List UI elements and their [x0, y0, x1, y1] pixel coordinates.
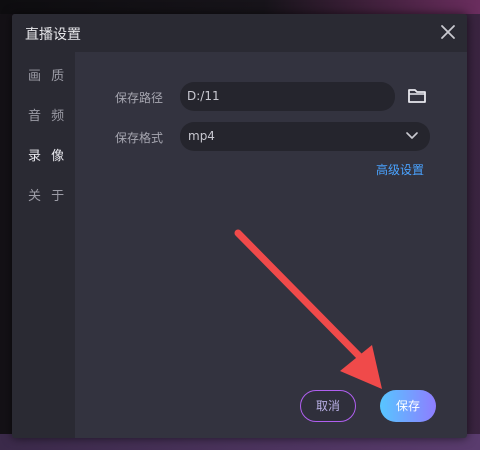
live-settings-dialog: 直播设置 画 质 音 频 录 像 关 于 保存路径 D:/11 保存格式 mp4… — [12, 14, 467, 438]
sidebar-item-recording[interactable]: 录 像 — [28, 145, 68, 165]
save-path-input[interactable]: D:/11 — [180, 82, 395, 111]
chevron-down-icon — [406, 132, 418, 139]
dialog-titlebar: 直播设置 — [12, 14, 467, 52]
close-icon[interactable] — [439, 23, 457, 41]
advanced-settings-link[interactable]: 高级设置 — [376, 161, 424, 178]
save-button[interactable]: 保存 — [380, 390, 436, 422]
save-path-label: 保存路径 — [115, 91, 164, 105]
background-top-strip — [0, 0, 480, 14]
annotation-arrow — [234, 229, 382, 389]
sidebar-item-audio[interactable]: 音 频 — [28, 105, 68, 125]
sidebar-item-about[interactable]: 关 于 — [28, 185, 68, 205]
folder-icon[interactable] — [407, 87, 427, 105]
dialog-title: 直播设置 — [25, 27, 81, 43]
save-format-label: 保存格式 — [115, 131, 164, 145]
cancel-button[interactable]: 取消 — [300, 390, 356, 422]
sidebar-item-quality[interactable]: 画 质 — [28, 65, 68, 85]
save-format-select[interactable]: mp4 — [180, 122, 430, 151]
settings-sidebar: 画 质 音 频 录 像 关 于 — [12, 52, 75, 438]
save-format-value: mp4 — [188, 129, 215, 143]
